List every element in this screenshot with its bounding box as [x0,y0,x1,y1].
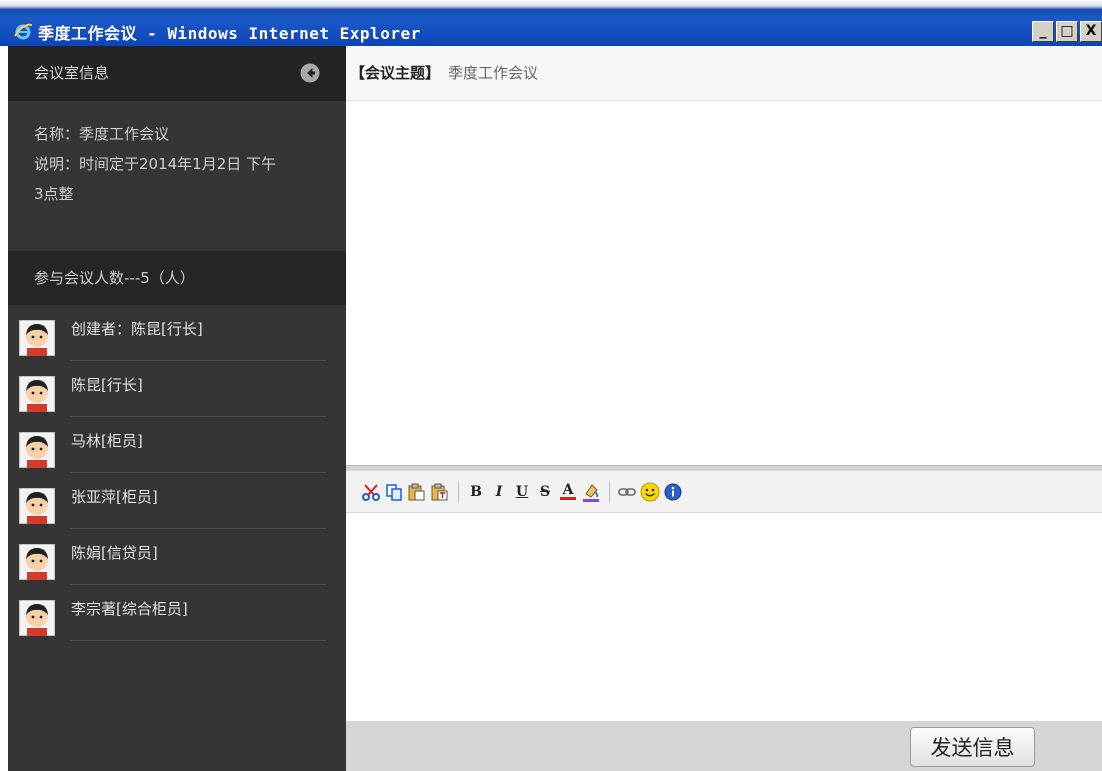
copy-icon[interactable] [383,481,405,503]
minimize-button[interactable]: _ [1032,21,1054,42]
room-description-cont: 3点整 [34,185,74,203]
font-color-swatch [560,497,576,500]
sidebar-header: 会议室信息 [8,46,346,101]
strikethrough-icon[interactable]: S [534,481,556,503]
underline-icon[interactable]: U [511,481,533,503]
window-title: 季度工作会议 - Windows Internet Explorer [38,24,421,43]
italic-icon[interactable]: I [488,481,510,503]
member-name: 陈娟[信贷员] [71,544,158,562]
title-bar-top-strip [0,0,1102,10]
member-name: 陈昆[行长] [71,376,143,394]
window-title-bar: 季度工作会议 - Windows Internet Explorer _ □ X [0,0,1102,46]
cut-icon[interactable] [360,481,382,503]
room-description: 说明：时间定于2014年1月2日 下午 [34,155,277,173]
toolbar-separator [458,481,459,502]
member-list: 创建者：陈昆[行长] 陈昆[行长] 马林[柜员] 张亚萍[柜员] 陈娟[信贷员]… [8,305,346,641]
members-count-header: 参与会议人数---5（人） [8,251,346,305]
topic-label: 【会议主题】 [350,64,441,82]
topic-value: 季度工作会议 [448,64,539,82]
paste-icon[interactable] [406,481,428,503]
highlight-color-icon[interactable] [580,481,602,503]
send-button[interactable]: 发送信息 [910,727,1035,767]
bold-icon[interactable]: B [465,481,487,503]
maximize-button[interactable]: □ [1056,21,1078,42]
meeting-topic-bar: 【会议主题】 季度工作会议 [346,46,1102,101]
member-item[interactable]: 创建者：陈昆[行长] [18,305,326,361]
window-controls: _ □ X [1030,21,1102,43]
member-name: 张亚萍[柜员] [71,488,158,506]
avatar-icon [19,376,55,412]
member-item[interactable]: 张亚萍[柜员] [18,473,326,529]
message-editor[interactable] [346,513,1102,721]
font-color-icon[interactable]: A [557,481,579,503]
close-button[interactable]: X [1080,21,1102,42]
member-item[interactable]: 李宗著[综合柜员] [18,585,326,641]
member-item[interactable]: 陈娟[信贷员] [18,529,326,585]
bottom-bar: 发送信息 [346,721,1102,771]
ie-logo-icon [14,23,33,40]
avatar-icon [19,320,55,356]
font-color-letter: A [562,482,574,498]
member-name: 李宗著[综合柜员] [71,600,188,618]
editor-toolbar: B I U S A [346,471,1102,513]
member-name: 创建者：陈昆[行长] [71,320,203,338]
link-icon[interactable] [616,481,638,503]
paste-text-icon[interactable] [429,481,451,503]
avatar-icon [19,488,55,524]
member-divider [70,640,326,641]
member-item[interactable]: 陈昆[行长] [18,361,326,417]
member-name: 马林[柜员] [71,432,143,450]
meeting-sidebar: 会议室信息 名称：季度工作会议 说明：时间定于2014年1月2日 下午 3点整 … [8,46,346,771]
avatar-icon [19,544,55,580]
room-name: 名称：季度工作会议 [34,125,170,143]
info-icon[interactable] [662,481,684,503]
toolbar-separator [609,481,610,502]
avatar-icon [19,600,55,636]
message-history[interactable] [346,101,1102,465]
member-item[interactable]: 马林[柜员] [18,417,326,473]
avatar-icon [19,432,55,468]
sidebar-title: 会议室信息 [34,64,110,82]
room-info: 名称：季度工作会议 说明：时间定于2014年1月2日 下午 3点整 [8,101,346,251]
emoticon-icon[interactable] [639,481,661,503]
back-arrow-icon[interactable] [299,62,321,84]
